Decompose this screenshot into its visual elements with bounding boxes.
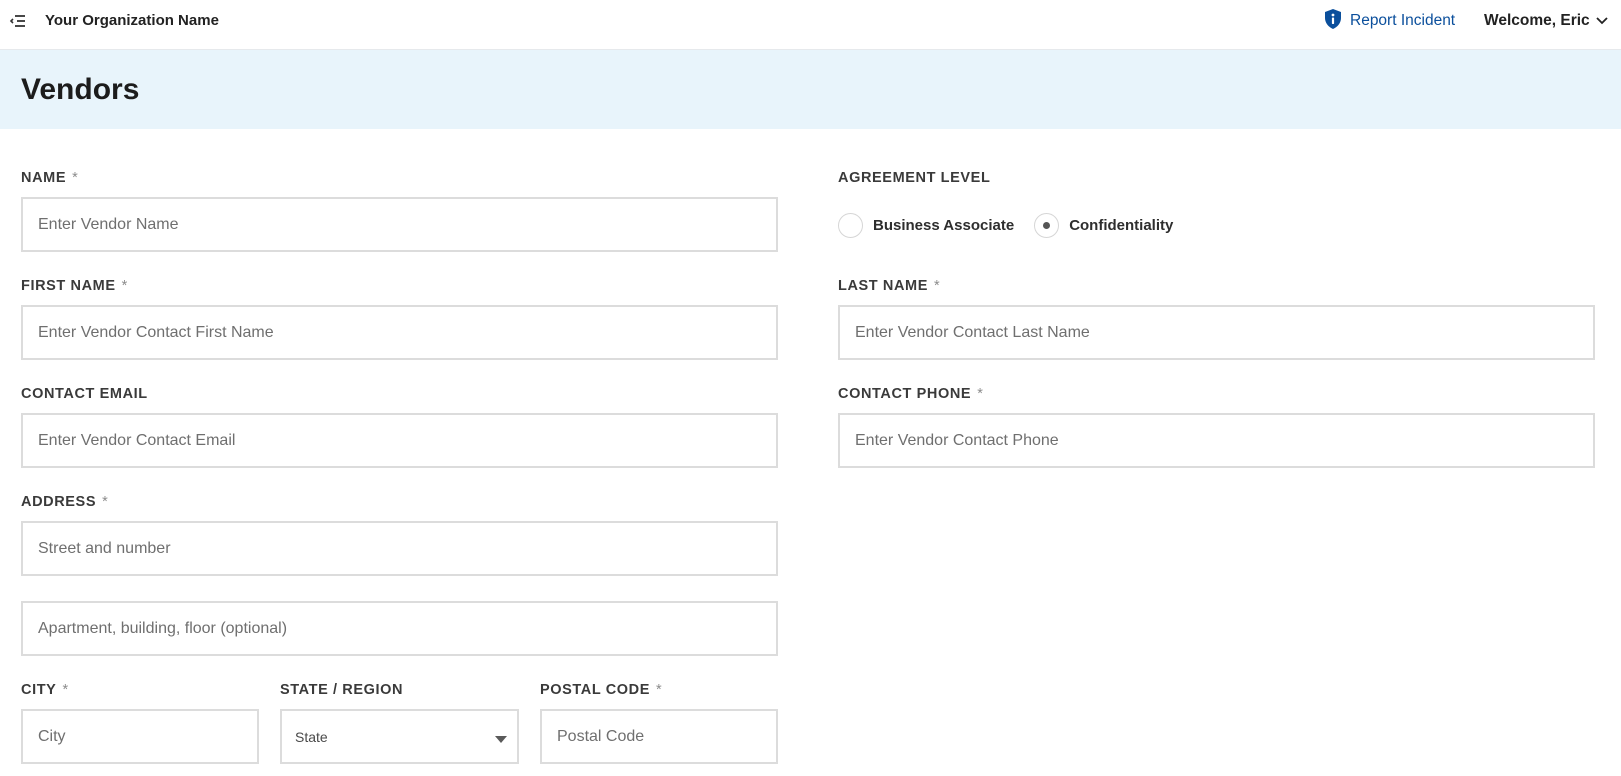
last-name-label-text: LAST NAME [838, 278, 928, 294]
city-label: CITY * [21, 681, 69, 699]
vendor-name-input[interactable]: Enter Vendor Name [21, 197, 778, 252]
contact-phone-label-text: CONTACT PHONE [838, 386, 972, 402]
city-input[interactable]: City [21, 709, 259, 764]
last-name-placeholder: Enter Vendor Contact Last Name [855, 323, 1090, 341]
required-mark: * [656, 682, 663, 698]
address-line1-placeholder: Street and number [38, 539, 171, 557]
top-bar: Your Organization Name Report Incident W… [0, 0, 1621, 50]
vendor-name-placeholder: Enter Vendor Name [38, 215, 179, 233]
agreement-level-label: AGREEMENT LEVEL [838, 170, 991, 186]
state-select[interactable]: State [280, 709, 519, 764]
contact-email-placeholder: Enter Vendor Contact Email [38, 431, 236, 449]
report-incident-link[interactable]: Report Incident [1323, 8, 1456, 35]
required-mark: * [62, 682, 69, 698]
page-header: Vendors [0, 50, 1621, 129]
welcome-label: Welcome, Eric [1484, 12, 1590, 29]
first-name-input[interactable]: Enter Vendor Contact First Name [21, 305, 778, 360]
city-placeholder: City [38, 727, 66, 745]
caret-down-icon [495, 736, 507, 743]
user-menu[interactable]: Welcome, Eric [1484, 9, 1608, 33]
radio-label-confidentiality: Confidentiality [1069, 216, 1174, 234]
radio-confidentiality[interactable]: Confidentiality [1034, 212, 1174, 238]
report-incident-label: Report Incident [1350, 12, 1456, 29]
menu-collapse-icon[interactable] [9, 12, 27, 30]
shield-info-icon [1323, 8, 1343, 35]
organization-name: Your Organization Name [45, 12, 219, 29]
required-mark: * [121, 278, 128, 294]
agreement-level-radio-group: Business Associate Confidentiality [838, 212, 1193, 238]
state-region-label: STATE / REGION [280, 682, 404, 698]
address-line1-input[interactable]: Street and number [21, 521, 778, 576]
address-label-text: ADDRESS [21, 494, 97, 510]
radio-button[interactable] [838, 212, 863, 238]
required-mark: * [102, 494, 109, 510]
contact-phone-placeholder: Enter Vendor Contact Phone [855, 431, 1059, 449]
postal-code-label: POSTAL CODE * [540, 681, 662, 699]
address-line2-input[interactable]: Apartment, building, floor (optional) [21, 601, 778, 656]
contact-email-input[interactable]: Enter Vendor Contact Email [21, 413, 778, 468]
radio-button-selected[interactable] [1034, 212, 1060, 238]
contact-phone-input[interactable]: Enter Vendor Contact Phone [838, 413, 1595, 468]
address-label: ADDRESS * [21, 493, 108, 511]
first-name-label: FIRST NAME * [21, 277, 128, 295]
radio-label-business-associate: Business Associate [873, 216, 1015, 234]
contact-email-label: CONTACT EMAIL [21, 386, 148, 402]
name-label: NAME * [21, 169, 78, 187]
chevron-down-icon [1590, 12, 1608, 30]
postal-code-input[interactable]: Postal Code [540, 709, 778, 764]
first-name-placeholder: Enter Vendor Contact First Name [38, 323, 274, 341]
required-mark: * [977, 386, 984, 402]
page-title: Vendors [21, 73, 140, 106]
address-line2-placeholder: Apartment, building, floor (optional) [38, 619, 288, 637]
required-mark: * [72, 170, 79, 186]
last-name-label: LAST NAME * [838, 277, 940, 295]
required-mark: * [933, 278, 941, 294]
first-name-label-text: FIRST NAME [21, 278, 116, 294]
postal-code-placeholder: Postal Code [557, 727, 645, 745]
city-label-text: CITY [21, 682, 57, 698]
name-label-text: NAME [21, 170, 67, 186]
radio-business-associate[interactable]: Business Associate [838, 212, 1015, 238]
state-selected-value: State [295, 728, 328, 745]
last-name-input[interactable]: Enter Vendor Contact Last Name [838, 305, 1595, 360]
postal-code-label-text: POSTAL CODE [540, 682, 650, 698]
contact-phone-label: CONTACT PHONE * [838, 385, 983, 403]
